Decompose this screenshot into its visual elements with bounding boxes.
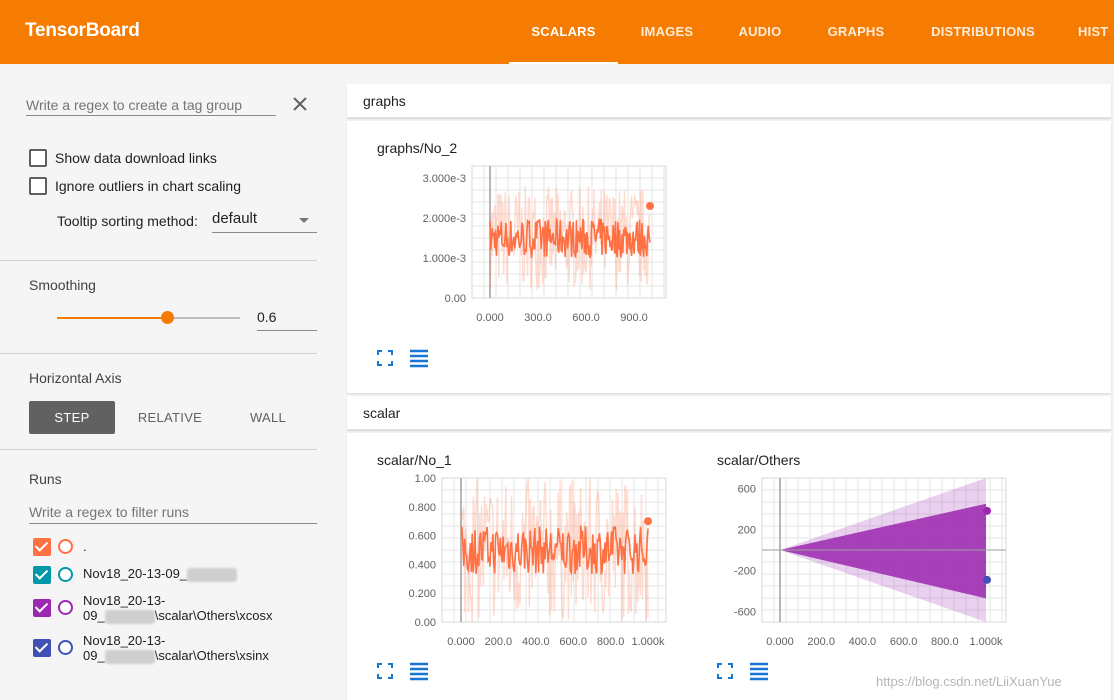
data-table-icon[interactable] xyxy=(749,661,769,681)
y-tick-label: 200 xyxy=(738,524,756,536)
series-last-point xyxy=(983,506,991,515)
expand-chart-icon[interactable] xyxy=(375,348,395,368)
x-tick-label: 800.0 xyxy=(931,636,959,648)
x-tick-label: 400.0 xyxy=(849,636,877,648)
expand-chart-icon[interactable] xyxy=(715,661,735,681)
x-tick-label: 200.0 xyxy=(807,636,835,648)
y-tick-label: 600 xyxy=(738,483,756,495)
data-table-icon[interactable] xyxy=(409,661,429,681)
data-table-icon[interactable] xyxy=(409,348,429,368)
x-tick-label: 1.000k xyxy=(969,636,1003,648)
y-tick-label: -600 xyxy=(734,607,756,619)
expand-chart-icon[interactable] xyxy=(375,661,395,681)
series-last-point xyxy=(983,575,991,584)
watermark-text: https://blog.csdn.net/LiiXuanYue xyxy=(876,674,1062,689)
x-tick-label: 0.000 xyxy=(766,636,794,648)
y-tick-label: -200 xyxy=(734,566,756,578)
chart-scalar-others: -600 -200 200 600 0.000 200.0 400.0 600.0 800.0 1… xyxy=(734,477,1007,648)
x-tick-label: 600.0 xyxy=(890,636,918,648)
